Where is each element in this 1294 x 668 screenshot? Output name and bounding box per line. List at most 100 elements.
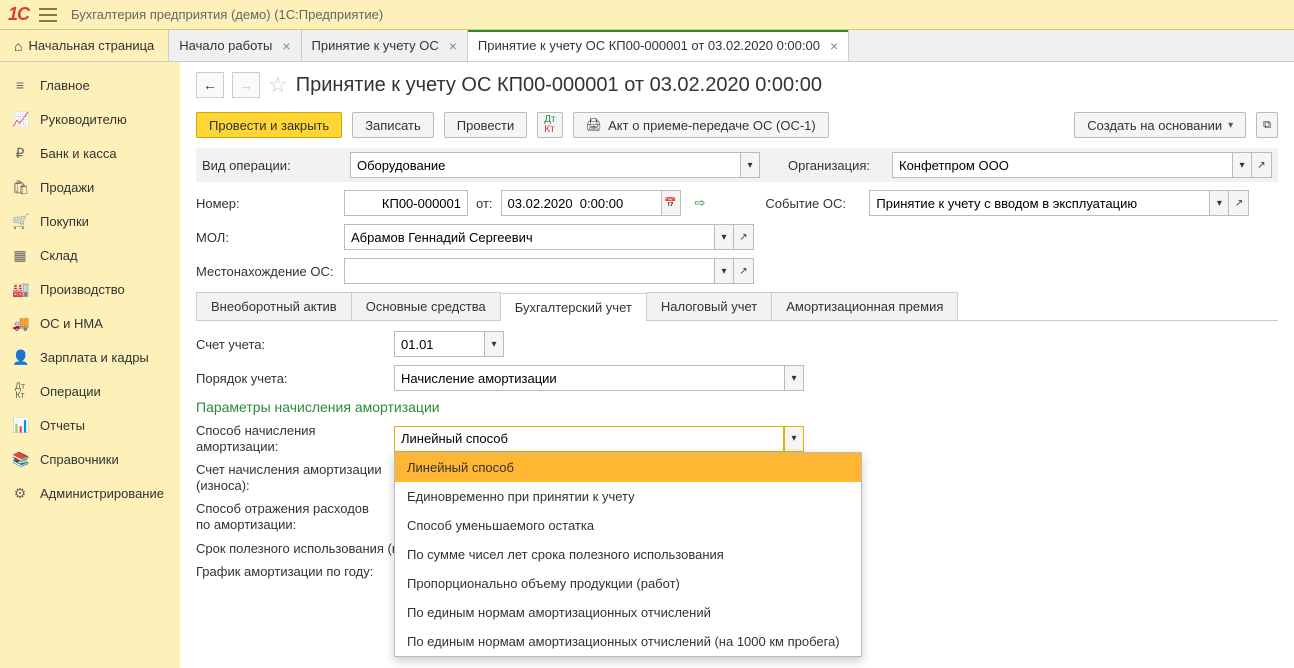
bars-icon: 📊 [12,417,28,434]
number-label: Номер: [196,196,336,211]
ruble-icon: ₽ [12,145,28,162]
sidebar-item-manager[interactable]: 📈Руководителю [0,102,180,136]
location-input[interactable] [351,259,708,283]
truck-icon: 🚚 [12,315,28,332]
from-label: от: [476,196,493,211]
sidebar-item-sales[interactable]: 🛍 Продажи [0,170,180,204]
sidebar-label: Покупки [40,214,89,229]
sidebar-item-admin[interactable]: ⚙Администрирование [0,476,180,510]
dropdown-option[interactable]: По сумме чисел лет срока полезного испол… [395,540,861,569]
dropdown-option[interactable]: Единовременно при принятии к учету [395,482,861,511]
event-input[interactable] [876,191,1203,215]
close-icon[interactable]: × [830,38,838,54]
dropdown-option[interactable]: Линейный способ [395,453,861,482]
dropdown-icon[interactable]: ▾ [784,426,804,452]
subtab-accounting[interactable]: Бухгалтерский учет [500,293,647,321]
subtab-noncurrent[interactable]: Внеоборотный актив [196,292,352,320]
open-icon[interactable]: ↗ [1229,190,1249,216]
sidebar-label: Руководителю [40,112,127,127]
posted-status-icon: ⇨ [695,195,706,211]
page-title: Принятие к учету ОС КП00-000001 от 03.02… [296,74,822,97]
dropdown-icon[interactable]: ▾ [1232,152,1252,178]
open-icon[interactable]: ↗ [734,258,754,284]
account-input[interactable] [401,332,478,356]
print-act-button[interactable]: 🖨 Акт о приеме-передаче ОС (ОС-1) [573,112,829,138]
event-label: Событие ОС: [765,196,861,211]
expense-method-label: Способ отражения расходов по амортизации… [196,501,386,532]
post-and-close-button[interactable]: Провести и закрыть [196,112,342,138]
tab-item[interactable]: Начало работы × [169,30,301,61]
dropdown-icon[interactable]: ▾ [484,331,504,357]
sidebar-label: Склад [40,248,78,263]
nav-forward-button[interactable]: → [232,72,260,98]
tab-item[interactable]: Принятие к учету ОС × [302,30,468,61]
open-icon[interactable]: ↗ [734,224,754,250]
bag-icon: 🛍 [12,179,28,196]
tab-home[interactable]: ⌂ Начальная страница [0,30,169,61]
open-icon[interactable]: ↗ [1252,152,1272,178]
sidebar-item-reports[interactable]: 📊Отчеты [0,408,180,442]
calendar-icon[interactable]: 📅 [661,190,681,216]
sidebar-item-assets[interactable]: 🚚ОС и НМА [0,306,180,340]
sidebar-label: Главное [40,78,90,93]
tab-label: Принятие к учету ОС [312,38,439,53]
method-label: Способ начисления амортизации: [196,423,386,454]
document-form: ← → ☆ Принятие к учету ОС КП00-000001 от… [180,62,1294,668]
dropdown-option[interactable]: Способ уменьшаемого остатка [395,511,861,540]
dropdown-option[interactable]: Пропорционально объему продукции (работ) [395,569,861,598]
tab-label: Принятие к учету ОС КП00-000001 от 03.02… [478,38,820,53]
sub-tab-bar: Внеоборотный актив Основные средства Бух… [196,292,1278,321]
dropdown-icon[interactable]: ▾ [784,365,804,391]
mol-input[interactable] [351,225,708,249]
sidebar-item-hr[interactable]: 👤Зарплата и кадры [0,340,180,374]
printer-icon: 🖨 [586,117,603,133]
sidebar-item-warehouse[interactable]: ▦Склад [0,238,180,272]
subtab-fixed-assets[interactable]: Основные средства [351,292,501,320]
dropdown-option[interactable]: По единым нормам амортизационных отчисле… [395,627,861,656]
main-menu-icon[interactable] [39,8,57,22]
sidebar-item-production[interactable]: 🏭Производство [0,272,180,306]
register-entries-button[interactable]: ДтКт [537,112,562,138]
nav-back-button[interactable]: ← [196,72,224,98]
method-input[interactable] [401,427,777,451]
post-button[interactable]: Провести [444,112,528,138]
sidebar-item-operations[interactable]: ДтКтОперации [0,374,180,408]
home-icon: ⌂ [14,38,22,54]
dropdown-icon[interactable]: ▾ [1209,190,1229,216]
sidebar-label: Операции [40,384,101,399]
sidebar-item-main[interactable]: ≡ Главное [0,68,180,102]
favorite-star-icon[interactable]: ☆ [268,72,288,98]
tab-item-active[interactable]: Принятие к учету ОС КП00-000001 от 03.02… [468,30,849,61]
number-input[interactable] [351,191,461,215]
sidebar-label: Продажи [40,180,94,195]
print-act-label: Акт о приеме-передаче ОС (ОС-1) [608,118,816,133]
save-button[interactable]: Записать [352,112,434,138]
sidebar-label: Справочники [40,452,119,467]
sidebar-item-catalogs[interactable]: 📚Справочники [0,442,180,476]
dropdown-icon[interactable]: ▾ [714,258,734,284]
location-label: Местонахождение ОС: [196,264,336,279]
dropdown-option[interactable]: По единым нормам амортизационных отчисле… [395,598,861,627]
sidebar-item-bank[interactable]: ₽Банк и касса [0,136,180,170]
dropdown-icon[interactable]: ▾ [740,152,760,178]
subtab-bonus[interactable]: Амортизационная премия [771,292,958,320]
order-input[interactable] [401,366,778,390]
sidebar-item-purchases[interactable]: 🛒Покупки [0,204,180,238]
org-input[interactable] [899,153,1226,177]
subtab-tax[interactable]: Налоговый учет [646,292,772,320]
titlebar: 1C Бухгалтерия предприятия (демо) (1С:Пр… [0,0,1294,30]
close-icon[interactable]: × [449,38,457,54]
close-icon[interactable]: × [282,38,290,54]
structure-button[interactable]: ⧉ [1256,112,1278,138]
dropdown-icon[interactable]: ▾ [714,224,734,250]
mol-label: МОЛ: [196,230,336,245]
method-combo[interactable]: ▾ Линейный способ Единовременно при прин… [394,426,804,452]
list-icon: ≡ [12,77,28,93]
section-panel: ≡ Главное 📈Руководителю ₽Банк и касса 🛍 Пр… [0,62,180,668]
order-label: Порядок учета: [196,371,386,386]
op-type-input[interactable] [357,153,734,177]
create-based-on-button[interactable]: Создать на основании [1074,112,1246,138]
op-type-label: Вид операции: [202,158,342,173]
date-input[interactable] [508,191,655,215]
depr-account-label: Счет начисления амортизации (износа): [196,462,386,493]
